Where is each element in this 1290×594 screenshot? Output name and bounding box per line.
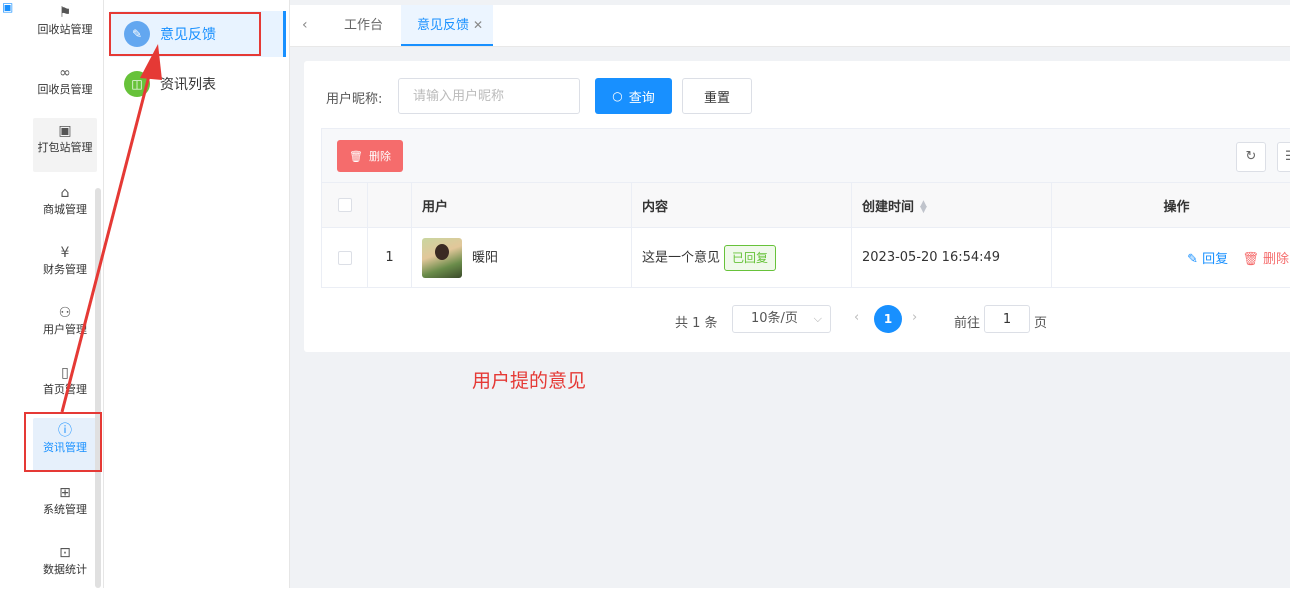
- goto-label: 前往: [954, 312, 980, 331]
- page-size-value: 10条/页: [751, 311, 798, 326]
- book-icon: ◫: [124, 71, 150, 97]
- flag-icon: ⚑: [33, 0, 97, 22]
- row-checkbox[interactable]: [338, 251, 352, 265]
- delete-link[interactable]: 🗑 删除: [1242, 248, 1289, 267]
- rail-item-label: 系统管理: [33, 502, 97, 518]
- nickname-search-input[interactable]: [398, 78, 580, 114]
- edit-icon: ✎: [1187, 252, 1198, 267]
- tab-label: 意见反馈: [417, 18, 469, 33]
- grid-icon: ⊞: [33, 480, 97, 502]
- row-select-cell: [322, 228, 368, 288]
- rail-item-system[interactable]: ⊞ 系统管理: [33, 480, 97, 534]
- reset-button[interactable]: 重置: [682, 78, 752, 114]
- main-content: ‹ 工作台 意见反馈 ✕ 用户昵称: ○ 查询 重置 🗑 删除 ↻ ☰: [290, 0, 1290, 588]
- rail-item-label: 用户管理: [33, 322, 97, 338]
- rail-item-packing-station[interactable]: ▣ 打包站管理: [33, 118, 97, 172]
- delete-button-label: 删除: [369, 148, 391, 164]
- submenu-item-news-list[interactable]: ◫ 资讯列表: [110, 61, 286, 107]
- select-all-checkbox[interactable]: [338, 198, 352, 212]
- rail-item-label: 数据统计: [33, 562, 97, 578]
- page-number-current[interactable]: 1: [874, 305, 902, 333]
- tablet-icon: ▯: [33, 360, 97, 382]
- created-header[interactable]: 创建时间 ▲▼: [852, 183, 1052, 228]
- chevron-left-icon[interactable]: ‹: [854, 310, 859, 325]
- reply-label: 回复: [1202, 252, 1228, 267]
- tab-bar: ‹ 工作台 意见反馈 ✕: [290, 5, 1290, 47]
- table-toolbar: 🗑 删除 ↻ ☰: [321, 128, 1290, 182]
- close-icon[interactable]: ✕: [473, 18, 483, 32]
- delete-label: 删除: [1263, 252, 1289, 267]
- chevron-right-icon[interactable]: ›: [912, 310, 917, 325]
- select-all-cell: [322, 183, 368, 228]
- trash-icon: 🗑: [1242, 252, 1259, 267]
- submenu-item-label: 资讯列表: [160, 74, 216, 94]
- rail-item-recycle-station[interactable]: ⚑ 回收站管理: [33, 0, 97, 54]
- rail-item-label: 回收站管理: [33, 22, 97, 38]
- sort-icon[interactable]: ▲▼: [920, 201, 927, 213]
- rail-item-statistics[interactable]: ⊡ 数据统计: [33, 540, 97, 594]
- content-cell: 这是一个意见已回复: [632, 228, 852, 288]
- avatar: [422, 238, 462, 278]
- annotation-label: 用户提的意见: [472, 366, 586, 393]
- goto-suffix: 页: [1034, 312, 1047, 331]
- users-icon: ⚇: [33, 300, 97, 322]
- row-index: 1: [368, 228, 412, 288]
- created-header-label: 创建时间: [862, 200, 914, 215]
- rail-item-home[interactable]: ▯ 首页管理: [33, 360, 97, 414]
- actions-cell: ✎ 回复 🗑 删除: [1052, 228, 1290, 288]
- rail-item-mall[interactable]: ⌂ 商城管理: [33, 180, 97, 234]
- rail-item-label: 财务管理: [33, 262, 97, 278]
- goto-page-input[interactable]: [984, 305, 1030, 333]
- rail-scrollbar[interactable]: [95, 188, 101, 588]
- user-cell: 暖阳: [412, 228, 632, 288]
- yen-icon: ¥: [33, 240, 97, 262]
- rail-item-finance[interactable]: ¥ 财务管理: [33, 240, 97, 294]
- submenu: ✎ 意见反馈 ◫ 资讯列表: [104, 0, 290, 588]
- annotation-box-feedback: [109, 12, 261, 56]
- feedback-table: 用户 内容 创建时间▲▼ 操作 1 暖阳 这是一个意见已回复 2023-05-: [321, 182, 1290, 288]
- main-nav-rail: ▣ ⚑ 回收站管理 ∞ 回收员管理 ▣ 打包站管理 ⌂ 商城管理 ¥ 财务管理 …: [0, 0, 104, 588]
- rail-item-label: 回收员管理: [33, 82, 97, 98]
- table-row: 1 暖阳 这是一个意见已回复 2023-05-20 16:54:49 ✎ 回复 …: [322, 228, 1290, 288]
- columns-icon[interactable]: ☰: [1277, 142, 1290, 172]
- reply-link[interactable]: ✎ 回复: [1187, 248, 1228, 267]
- chart-icon: ⊡: [33, 540, 97, 562]
- chevron-down-icon: ⌵: [814, 306, 822, 332]
- feedback-content: 这是一个意见: [642, 250, 720, 265]
- annotation-box-news: [24, 412, 102, 472]
- user-name: 暖阳: [472, 250, 498, 265]
- rail-item-label: 首页管理: [33, 382, 97, 398]
- pagination-total: 共 1 条: [675, 312, 718, 331]
- shopping-bag-icon: ⌂: [33, 180, 97, 202]
- package-icon: ▣: [33, 118, 97, 140]
- rail-item-label: 商城管理: [33, 202, 97, 218]
- rail-item-recycler[interactable]: ∞ 回收员管理: [33, 60, 97, 114]
- content-card: 用户昵称: ○查询 重置 🗑删除 ↻ ☰ 用户 内容 创建时间▲: [304, 61, 1290, 352]
- created-time: 2023-05-20 16:54:49: [852, 228, 1052, 288]
- user-header: 用户: [412, 183, 632, 228]
- search-icon: ○: [612, 89, 622, 103]
- pagination: 共 1 条 10条/页 ⌵ ‹ 1 › 前往 页: [304, 305, 1290, 335]
- query-button[interactable]: ○ 查询: [595, 78, 672, 114]
- query-button-label: 查询: [629, 87, 655, 106]
- bulk-delete-button[interactable]: 🗑 删除: [337, 140, 403, 172]
- index-header: [368, 183, 412, 228]
- content-header: 内容: [632, 183, 852, 228]
- tab-feedback[interactable]: 意见反馈 ✕: [401, 5, 493, 46]
- tab-label: 工作台: [344, 18, 383, 33]
- refresh-icon[interactable]: ↻: [1236, 142, 1266, 172]
- tab-workbench[interactable]: 工作台: [344, 5, 383, 46]
- search-label: 用户昵称:: [326, 88, 382, 107]
- tablet-icon[interactable]: ▣: [2, 0, 16, 14]
- status-badge: 已回复: [724, 245, 776, 271]
- rail-item-users[interactable]: ⚇ 用户管理: [33, 300, 97, 354]
- infinity-icon: ∞: [33, 60, 97, 82]
- rail-item-label: 打包站管理: [33, 140, 97, 156]
- table-header-row: 用户 内容 创建时间 ▲▼ 操作: [322, 183, 1290, 228]
- trash-icon: 🗑: [349, 150, 363, 163]
- chevron-left-icon[interactable]: ‹: [302, 17, 308, 33]
- page-size-select[interactable]: 10条/页 ⌵: [732, 305, 831, 333]
- actions-header: 操作: [1052, 183, 1290, 228]
